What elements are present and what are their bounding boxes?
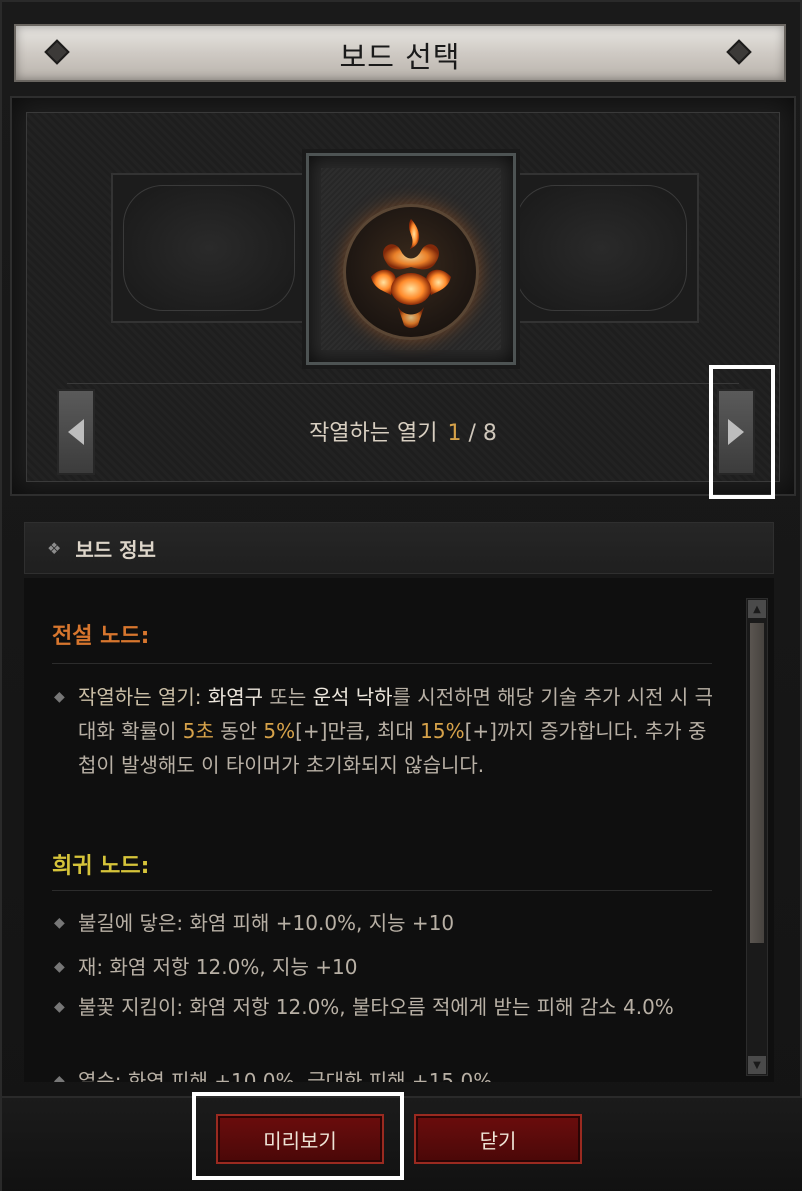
board-index-separator: / [468,421,476,446]
board-name: 작열하는 열기 [309,421,438,446]
scroll-up-arrow-icon[interactable]: ▲ [748,600,766,618]
divider [67,383,739,384]
board-preview-area: 작열하는 열기 1 / 8 [10,96,796,499]
board-background: 작열하는 열기 1 / 8 [26,112,780,499]
window-title: 보드 선택 [339,40,461,74]
scroll-thumb[interactable] [750,623,764,943]
board-portrait-frame [306,153,516,365]
next-button-highlight [709,365,775,499]
rare-node-item: ◆ 불길에 닿은: 화염 피해 +10.0%, 지능 +10 [54,906,714,940]
title-bar: 보드 선택 [14,24,786,82]
rare-node-item: ◆ 재: 화염 저항 12.0%, 지능 +10 [54,950,714,984]
rare-node-title: 희귀 노드: [52,854,150,879]
board-info-scroll-area[interactable]: 전설 노드: ◆ 작열하는 열기: 화염구 또는 운석 낙하를 시전하면 해당 … [24,578,774,1082]
board-select-window: 보드 선택 작열하는 열기 1 / 8 ❖ 보드 정보 전설 노드: ◆ 작열하… [0,0,802,1191]
rare-node-item: ◆ 열순: 화염 피해 +10.0%, 극대화 피해 +15.0% [54,1064,714,1082]
board-info-title: 보드 정보 [75,537,156,562]
bullet-icon: ◆ [54,959,65,975]
decorative-panel-right [503,173,699,323]
decorative-panel-left [111,173,307,323]
preview-button-highlight [192,1092,404,1180]
close-button[interactable]: 닫기 [414,1114,582,1164]
legendary-node-title: 전설 노드: [52,624,150,649]
board-current-index: 1 [447,421,462,446]
rare-node-item: ◆ 불꽃 지킴이: 화염 저항 12.0%, 불타오름 적에게 받는 피해 감소… [54,990,714,1024]
divider [52,663,712,664]
board-total-count: 8 [482,421,497,446]
bullet-icon: ◆ [54,1073,65,1082]
board-name-label: 작열하는 열기 1 / 8 [27,415,779,447]
board-emblem-icon [343,204,479,340]
flame-emblem-icon [371,219,451,328]
board-info-header: ❖ 보드 정보 [24,522,774,574]
info-scrollbar[interactable]: ▲ ▼ [746,598,768,1076]
scroll-down-arrow-icon[interactable]: ▼ [748,1056,766,1074]
bullet-icon: ◆ [54,689,65,705]
bullet-icon: ◆ [54,915,65,931]
divider [52,890,712,891]
diamond-cluster-icon: ❖ [47,538,62,558]
bullet-icon: ◆ [54,999,65,1015]
legendary-node-description: ◆ 작열하는 열기: 화염구 또는 운석 낙하를 시전하면 해당 기술 추가 시… [54,680,714,782]
